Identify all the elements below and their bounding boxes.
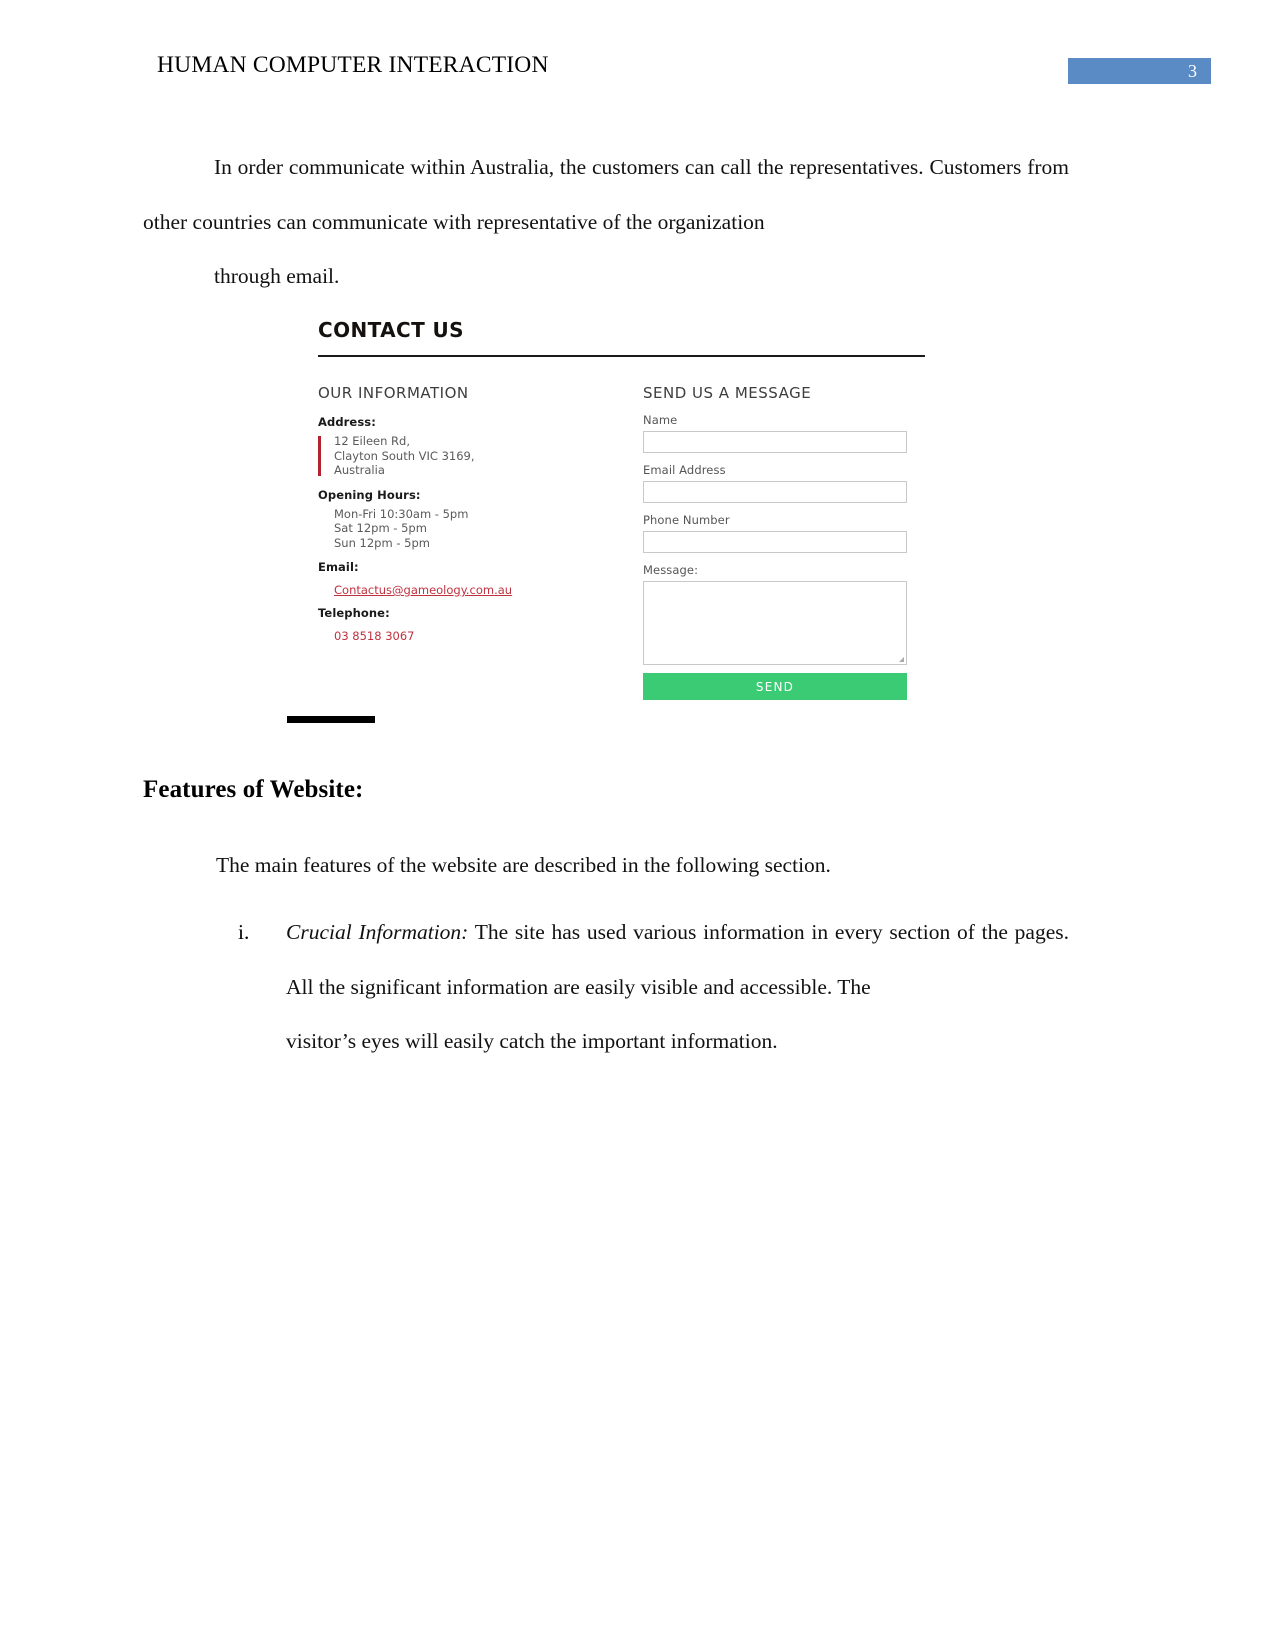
address-line-2: Clayton South VIC 3169,: [334, 448, 475, 463]
hours-line-2: Sat 12pm - 5pm: [334, 521, 427, 535]
document-header: HUMAN COMPUTER INTERACTION 3: [0, 52, 1275, 92]
contact-form: Name Email Address Phone Number Message:…: [643, 413, 911, 700]
list-item-marker: i.: [238, 920, 250, 944]
send-button[interactable]: SEND: [643, 673, 907, 700]
our-information-heading: OUR INFORMATION: [318, 384, 469, 402]
message-textarea[interactable]: [643, 581, 907, 665]
address-line-1: 12 Eileen Rd,: [334, 434, 410, 448]
decorative-black-bar: [287, 716, 375, 723]
address-block: 12 Eileen Rd, Clayton South VIC 3169, Au…: [318, 434, 608, 478]
contact-us-title: CONTACT US: [318, 318, 464, 342]
phone-field-label: Phone Number: [643, 513, 730, 527]
address-label: Address:: [318, 415, 376, 429]
page-number-badge: 3: [1068, 58, 1211, 84]
features-intro-paragraph: The main features of the website are des…: [216, 853, 831, 877]
address-line-3: Australia: [334, 463, 385, 477]
telephone-label: Telephone:: [318, 606, 390, 620]
opening-hours-block: Mon-Fri 10:30am - 5pm Sat 12pm - 5pm Sun…: [318, 507, 608, 551]
intro-paragraph: In order communicate within Australia, t…: [143, 140, 1069, 304]
email-input[interactable]: [643, 481, 907, 503]
name-input[interactable]: [643, 431, 907, 453]
telephone-block: 03 8518 3067: [318, 625, 608, 644]
title-divider: [318, 355, 925, 357]
hours-line-1: Mon-Fri 10:30am - 5pm: [334, 506, 469, 521]
intro-paragraph-text: In order communicate within Australia, t…: [143, 155, 1069, 234]
list-item-body: Crucial Information: The site has used v…: [286, 905, 1069, 1069]
page-title: HUMAN COMPUTER INTERACTION: [157, 52, 549, 78]
hours-line-3: Sun 12pm - 5pm: [334, 535, 430, 550]
embedded-contact-screenshot: CONTACT US OUR INFORMATION SEND US A MES…: [287, 305, 937, 735]
information-column: Address: 12 Eileen Rd, Clayton South VIC…: [318, 415, 608, 652]
email-link[interactable]: Contactus@gameology.com.au: [334, 583, 512, 597]
message-field-label: Message:: [643, 563, 699, 577]
email-field-label: Email Address: [643, 463, 726, 477]
list-item-last-line: visitor’s eyes will easily catch the imp…: [286, 1029, 778, 1053]
email-block: Contactus@gameology.com.au: [318, 579, 608, 598]
page-number: 3: [1188, 61, 1197, 81]
send-us-a-message-heading: SEND US A MESSAGE: [643, 384, 812, 402]
intro-paragraph-last-line: through email.: [214, 264, 340, 288]
list-item: i. Crucial Information: The site has use…: [216, 905, 1069, 1069]
opening-hours-label: Opening Hours:: [318, 487, 421, 502]
phone-input[interactable]: [643, 531, 907, 553]
features-heading: Features of Website:: [143, 776, 364, 803]
list-item-term: Crucial Information:: [286, 920, 469, 944]
name-field-label: Name: [643, 413, 678, 427]
email-label: Email:: [318, 560, 359, 574]
document-page: HUMAN COMPUTER INTERACTION 3 In order co…: [0, 0, 1275, 1650]
telephone-link[interactable]: 03 8518 3067: [334, 629, 414, 643]
